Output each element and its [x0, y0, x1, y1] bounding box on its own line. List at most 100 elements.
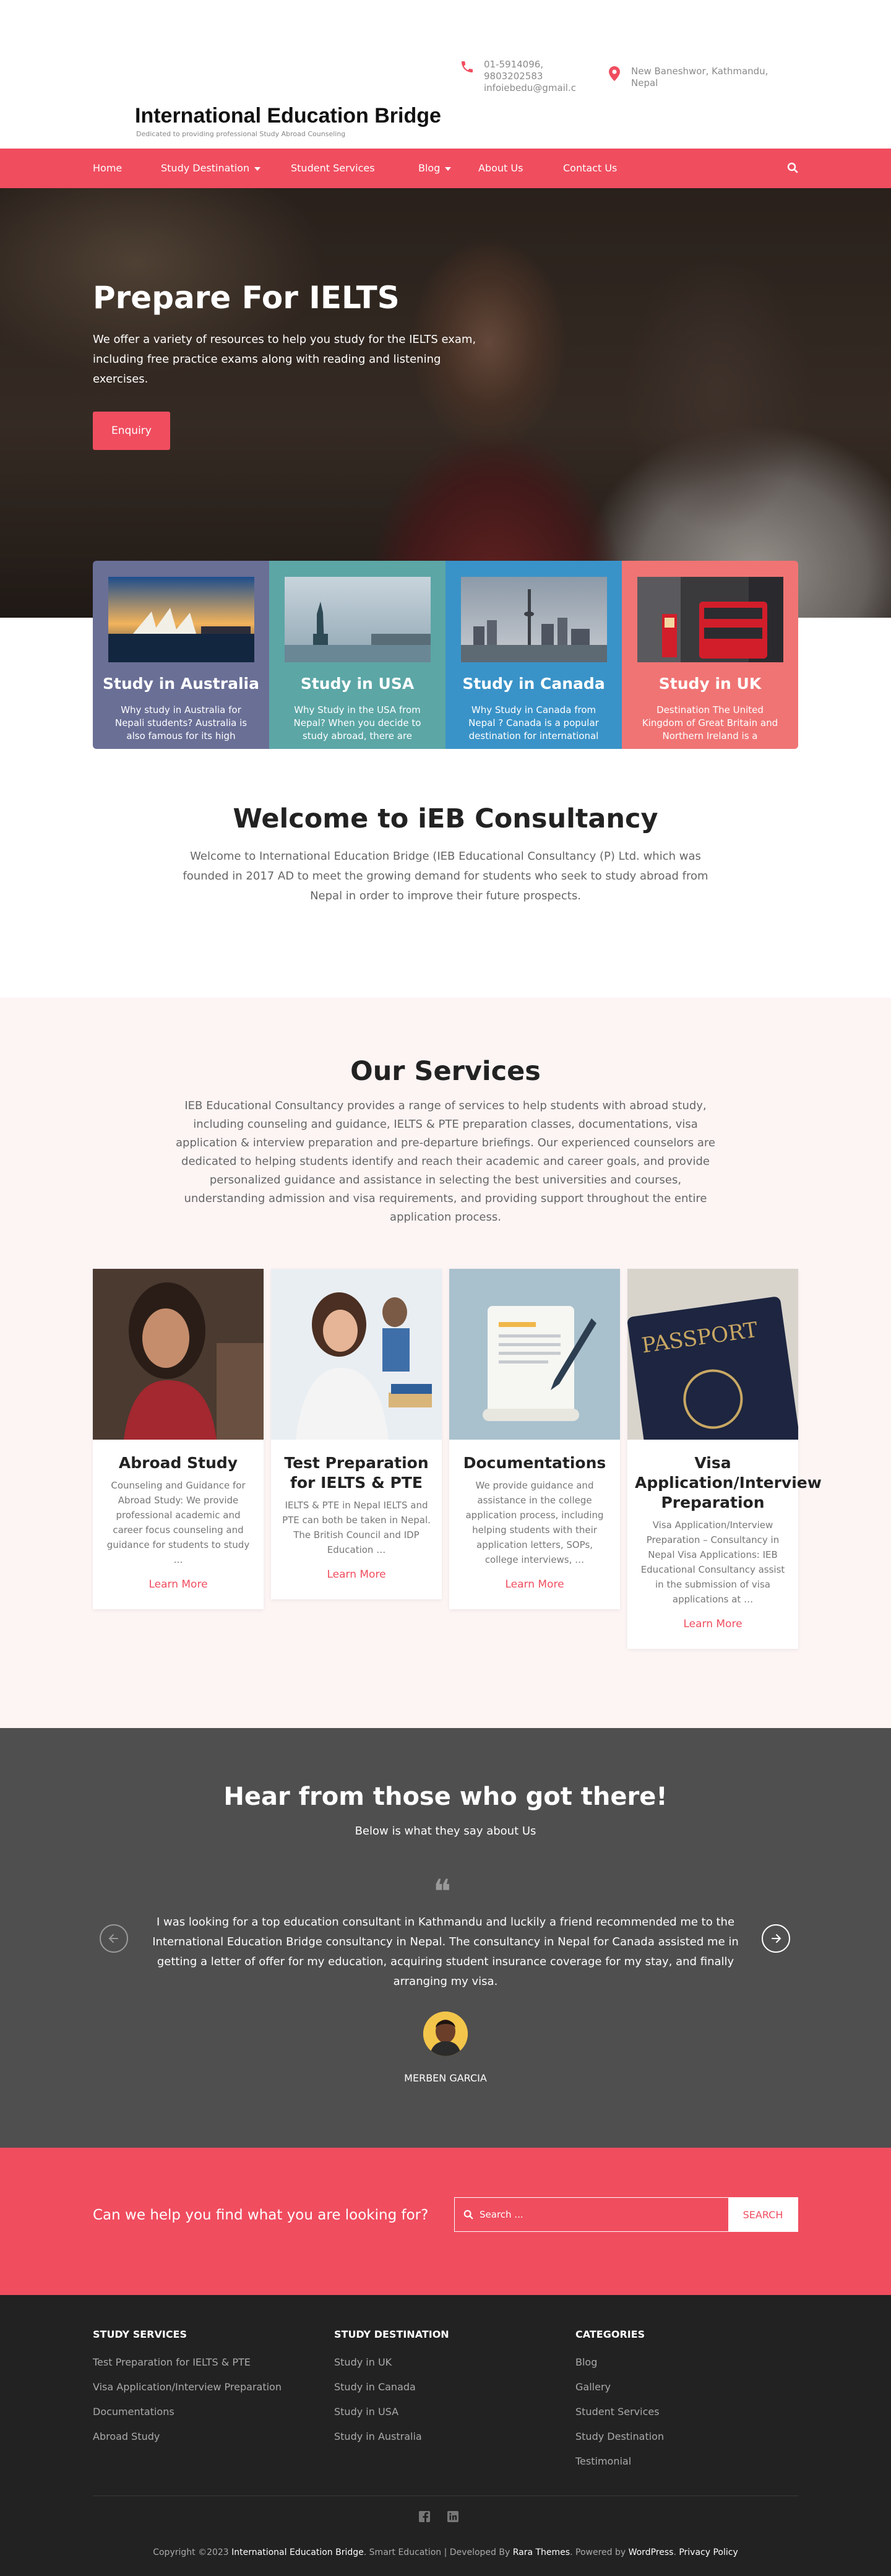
destination-card-canada[interactable]: Study in Canada Why Study in Canada from…: [446, 561, 622, 749]
service-title[interactable]: Documentations: [457, 1453, 613, 1473]
footer-link[interactable]: Study in Australia: [334, 2424, 544, 2449]
header-address: New Baneshwor, Kathmandu, Nepal: [606, 66, 768, 89]
enquiry-button[interactable]: Enquiry: [93, 412, 170, 450]
testimonials-title: Hear from those who got there!: [223, 1783, 668, 1811]
footer-link[interactable]: Testimonial: [575, 2449, 786, 2474]
footer-link[interactable]: Test Preparation for IELTS & PTE: [93, 2350, 303, 2375]
learn-more-link[interactable]: Learn More: [93, 1578, 264, 1591]
destination-card-australia[interactable]: Study in Australia Why study in Australi…: [93, 561, 269, 749]
developer-link[interactable]: Rara Themes: [513, 2548, 570, 2557]
footer-link[interactable]: Study in Canada: [334, 2375, 544, 2400]
map-pin-icon: [606, 66, 622, 82]
services-intro: IEB Educational Consultancy provides a r…: [176, 1099, 715, 1224]
testimonial-quote: I was looking for a top education consul…: [152, 1916, 739, 1988]
footer-link[interactable]: Gallery: [575, 2375, 786, 2400]
service-card-visa: PASSPORT Visa Application/Interview Prep…: [627, 1269, 822, 1649]
footer-link[interactable]: Study in USA: [334, 2400, 544, 2424]
search-form: SEARCH: [454, 2197, 798, 2232]
service-title[interactable]: Visa Application/Interview Preparation: [635, 1453, 822, 1513]
testimonial-author: MERBEN GARCIA: [404, 2072, 487, 2084]
next-arrow-icon[interactable]: [761, 1924, 791, 1953]
phone-line-1[interactable]: 01-5914096,: [484, 59, 576, 71]
chevron-down-icon: [254, 166, 261, 171]
nav-blog-label: Blog: [418, 162, 441, 174]
site-title[interactable]: International Education Bridge: [135, 104, 441, 128]
service-excerpt: We provide guidance and assistance in th…: [465, 1480, 604, 1565]
destination-title[interactable]: Study in Canada: [446, 675, 622, 693]
wordpress-link[interactable]: WordPress: [629, 2548, 674, 2557]
footer-link[interactable]: Documentations: [93, 2400, 303, 2424]
prev-arrow-icon[interactable]: [99, 1924, 129, 1953]
footer-link[interactable]: Blog: [575, 2350, 786, 2375]
copyright-prefix: Copyright ©2023: [153, 2548, 229, 2557]
footer-link[interactable]: Study Destination: [575, 2424, 786, 2449]
footer-link[interactable]: Student Services: [575, 2400, 786, 2424]
hero-text: We offer a variety of resources to help …: [93, 333, 476, 386]
nav-contact-us[interactable]: Contact Us: [563, 149, 617, 188]
nav-study-destination[interactable]: Study Destination: [161, 149, 261, 188]
search-button[interactable]: SEARCH: [728, 2198, 798, 2231]
address-line-2: Nepal: [631, 77, 658, 89]
footer-heading: CATEGORIES: [575, 2328, 645, 2340]
nav-about-us[interactable]: About Us: [478, 149, 523, 188]
search-icon[interactable]: [787, 162, 799, 175]
footer-heading: STUDY SERVICES: [93, 2328, 187, 2340]
learn-more-link[interactable]: Learn More: [271, 1568, 442, 1581]
footer-heading: STUDY DESTINATION: [334, 2328, 449, 2340]
linkedin-icon[interactable]: [447, 2510, 459, 2523]
student-portrait-image: [93, 1269, 264, 1440]
email-line[interactable]: infoiebedu@gmail.c: [484, 82, 576, 94]
learn-more-link[interactable]: Learn More: [627, 1618, 798, 1630]
nav-student-services[interactable]: Student Services: [291, 149, 375, 188]
footer-column-categories: CATEGORIES Blog Gallery Student Services…: [575, 2328, 786, 2474]
privacy-policy-link[interactable]: Privacy Policy: [679, 2548, 738, 2557]
destination-title[interactable]: Study in USA: [269, 675, 446, 693]
welcome-text: Welcome to International Education Bridg…: [183, 850, 708, 902]
service-title[interactable]: Abroad Study: [100, 1453, 256, 1473]
header-phone: 01-5914096, 9803202583 infoiebedu@gmail.…: [459, 59, 576, 94]
chevron-down-icon: [445, 166, 452, 171]
service-excerpt: Visa Application/Interview Preparation –…: [640, 1519, 785, 1605]
destination-cards: Study in Australia Why study in Australi…: [93, 561, 798, 749]
learn-more-link[interactable]: Learn More: [449, 1578, 620, 1591]
avatar: [423, 2012, 468, 2056]
hero-content: Prepare For IELTS We offer a variety of …: [93, 281, 489, 450]
service-title[interactable]: Test Preparation for IELTS & PTE: [278, 1453, 434, 1493]
destination-excerpt: Why Study in Canada from Nepal ? Canada …: [468, 704, 599, 741]
destination-card-usa[interactable]: Study in USA Why Study in the USA from N…: [269, 561, 446, 749]
destination-title[interactable]: Study in UK: [622, 675, 798, 693]
nav-blog[interactable]: Blog: [418, 149, 452, 188]
address-line-1: New Baneshwor, Kathmandu,: [631, 66, 768, 77]
passport-image: PASSPORT: [627, 1269, 798, 1440]
footer-copyright: Copyright ©2023 International Education …: [153, 2548, 738, 2557]
footer-column-study-destination: STUDY DESTINATION Study in UK Study in C…: [334, 2328, 544, 2449]
footer-link[interactable]: Visa Application/Interview Preparation: [93, 2375, 303, 2400]
service-card-abroad-study: Abroad Study Counseling and Guidance for…: [93, 1269, 264, 1609]
students-exam-image: [271, 1269, 442, 1440]
testimonials-subtitle: Below is what they say about Us: [355, 1825, 536, 1838]
facebook-icon[interactable]: [418, 2510, 431, 2523]
service-excerpt: IELTS & PTE in Nepal IELTS and PTE can b…: [282, 1500, 431, 1555]
destination-excerpt: Why study in Australia for Nepali studen…: [114, 704, 248, 741]
welcome-title: Welcome to iEB Consultancy: [233, 803, 658, 834]
footer-link[interactable]: Abroad Study: [93, 2424, 303, 2449]
phone-line-2[interactable]: 9803202583: [484, 71, 576, 82]
nav-study-destination-label: Study Destination: [161, 162, 250, 174]
cta-text: Can we help you find what you are lookin…: [93, 2207, 429, 2223]
search-input[interactable]: [455, 2198, 728, 2231]
destination-card-uk[interactable]: Study in UK Destination The United Kingd…: [622, 561, 798, 749]
nav-home[interactable]: Home: [93, 149, 122, 188]
hero-title: Prepare For IELTS: [93, 280, 400, 316]
destination-title[interactable]: Study in Australia: [93, 675, 269, 693]
powered-prefix: . Powered by: [570, 2548, 626, 2557]
sydney-opera-house-image: [108, 577, 254, 662]
copyright-site-link[interactable]: International Education Bridge: [231, 2548, 364, 2557]
footer-link[interactable]: Study in UK: [334, 2350, 544, 2375]
site-tagline: Dedicated to providing professional Stud…: [136, 130, 346, 138]
london-bus-image: [637, 577, 783, 662]
main-navigation: Home Study Destination Student Services …: [0, 149, 891, 188]
statue-of-liberty-image: [284, 577, 431, 662]
copyright-mid: . Smart Education | Developed By: [363, 2548, 510, 2557]
service-card-documentations: Documentations We provide guidance and a…: [449, 1269, 620, 1609]
hero-banner: Prepare For IELTS We offer a variety of …: [0, 188, 891, 618]
